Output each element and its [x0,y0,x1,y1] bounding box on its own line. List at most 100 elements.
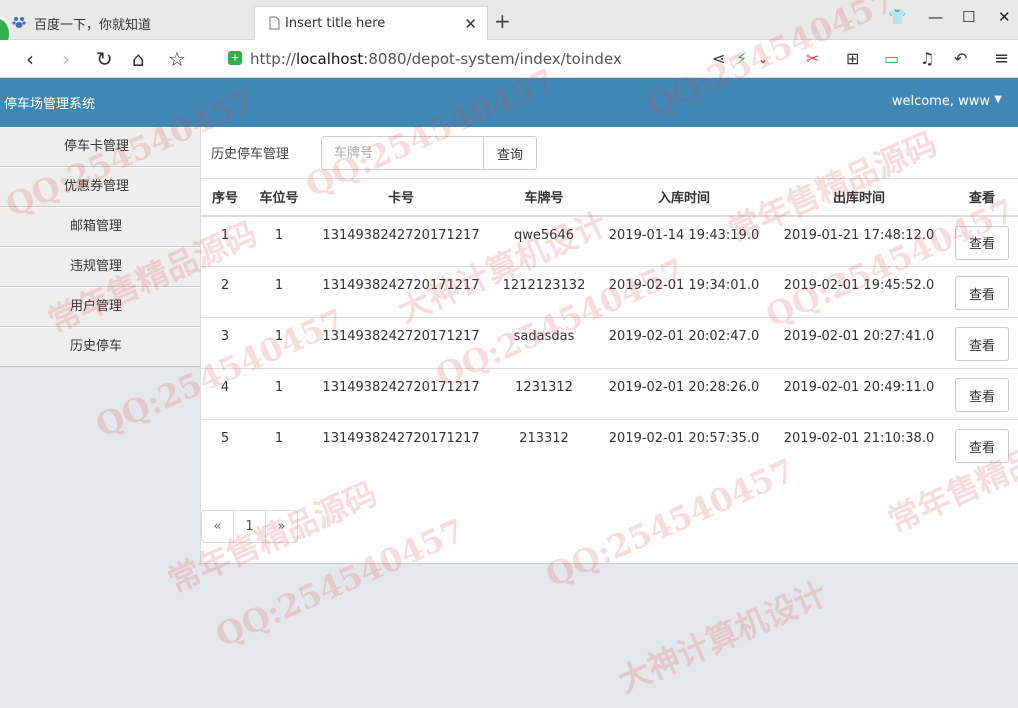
close-tab-icon[interactable]: ✕ [464,15,477,33]
cell-in-time: 2019-02-01 20:28:26.0 [595,368,773,420]
home-icon[interactable]: ⌂ [132,47,145,71]
cell-out-time: 2019-02-01 21:10:38.0 [783,431,935,446]
new-tab-icon[interactable]: + [494,9,511,33]
view-button[interactable]: 查看 [955,429,1009,463]
cell-action: 查看 [945,420,1018,471]
cell-plate: qwe5646 [493,215,595,267]
pagination-next[interactable]: » [265,510,298,543]
battery-icon[interactable]: ▭ [884,47,899,71]
cell-plate: 1231312 [493,368,595,420]
user-menu[interactable]: welcome, www [892,94,990,109]
lightning-icon[interactable]: ⚡ [736,47,747,71]
browser-tab-baidu[interactable]: 百度一下，你就知道 [0,6,250,40]
cell-action: 查看 [945,368,1018,420]
page-icon [269,16,280,30]
bookmark-star-icon[interactable]: ☆ [168,47,186,71]
tab-title: 百度一下，你就知道 [34,17,152,33]
scissors-icon[interactable]: ✂ [806,47,819,71]
cell-slot: 1 [249,266,309,318]
menu-icon[interactable]: ≡ [994,47,1009,71]
browser-tab-bar: 百度一下，你就知道 Insert title here ✕ + 👕 — ☐ ✕ [0,0,1018,52]
sidebar-item-users[interactable]: 用户管理 [0,287,200,327]
watermark-text: 大神计算机设计 [612,574,833,701]
view-button[interactable]: 查看 [955,327,1009,361]
sidebar-item-parking-card[interactable]: 停车卡管理 [0,127,200,167]
cell-no: 2 [201,266,249,318]
plate-search-input[interactable] [321,136,484,170]
app-title: 停车场管理系统 [4,97,96,112]
browser-toolbar: ‹ › ↻ ⌂ ☆ + http://localhost:8080/depot-… [0,40,1018,78]
sidebar-item-history[interactable]: 历史停车 [0,327,200,367]
column-header: 入库时间 [595,178,773,217]
cell-no: 1 [201,215,249,267]
cell-card: 1314938242720171217 [309,368,493,420]
table-header-row: 序号 车位号 卡号 车牌号 入库时间 出库时间 查看 [201,178,1018,217]
pagination-prev[interactable]: « [201,510,234,543]
minimize-icon[interactable]: — [928,8,943,26]
table-row: 2 1 1314938242720171217 1212123132 2019-… [201,266,1018,318]
headphones-icon[interactable]: ♫ [920,47,934,71]
back-icon[interactable]: ‹ [26,47,34,71]
column-header: 卡号 [309,178,493,217]
secure-icon: + [228,51,242,65]
close-window-icon[interactable]: ✕ [998,8,1011,26]
history-table: 序号 车位号 卡号 车牌号 入库时间 出库时间 查看 1 1 131493824… [201,178,1018,471]
forward-icon[interactable]: › [62,47,70,71]
sidebar-item-violation[interactable]: 违规管理 [0,247,200,287]
url-host: localhost [295,50,364,68]
cell-card: 1314938242720171217 [309,317,493,369]
cell-card: 1314938242720171217 [309,266,493,318]
address-bar[interactable]: + http://localhost:8080/depot-system/ind… [228,48,622,70]
share-icon[interactable]: ⋖ [712,47,725,71]
column-header: 车牌号 [493,178,595,217]
cell-slot: 1 [274,431,284,446]
browser-tab-active[interactable]: Insert title here ✕ [254,6,488,40]
pagination-page[interactable]: 1 [233,510,266,543]
reload-icon[interactable]: ↻ [96,47,113,71]
cell-plate: 1212123132 [493,266,595,318]
url-path: :8080/depot-system/index/toindex [363,50,622,68]
cell-action: 查看 [945,266,1018,318]
sidebar-item-coupon[interactable]: 优惠券管理 [0,167,200,207]
cell-out-time: 2019-02-01 20:27:41.0 [773,317,945,369]
cell-out-time: 2019-02-01 19:45:52.0 [773,266,945,318]
chevron-down-icon[interactable]: ⌄ [758,47,768,71]
main-panel: 历史停车管理 查询 序号 车位号 卡号 车牌号 入库时间 出库时间 查看 1 1… [200,127,1018,564]
cell-slot: 1 [249,215,309,267]
cell-in-time: 2019-01-14 19:43:19.0 [595,215,773,267]
undo-icon[interactable]: ↶ [954,47,967,71]
sidebar-item-mailbox[interactable]: 邮箱管理 [0,207,200,247]
app-header: 停车场管理系统 welcome, www ▼ [0,78,1018,127]
column-header: 查看 [945,178,1018,217]
pagination: « 1 » [201,510,298,543]
cell-action: 查看 [945,215,1018,267]
maximize-icon[interactable]: ☐ [962,8,975,26]
view-button[interactable]: 查看 [955,378,1009,412]
cell-in-time: 2019-02-01 20:57:35.0 [608,431,760,446]
sidebar: 停车卡管理 优惠券管理 邮箱管理 违规管理 用户管理 历史停车 [0,127,200,367]
cell-no: 3 [201,317,249,369]
apps-grid-icon[interactable]: ⊞ [846,47,859,71]
section-label: 历史停车管理 [211,147,290,162]
tab-title: Insert title here [285,16,386,31]
cell-out-time: 2019-02-01 20:49:11.0 [773,368,945,420]
cell-slot: 1 [249,317,309,369]
cell-plate: sadasdas [493,317,595,369]
table-row: 4 1 1314938242720171217 1231312 2019-02-… [201,368,1018,420]
cell-action: 查看 [945,317,1018,369]
view-button[interactable]: 查看 [955,276,1009,310]
table-row: 1 1 1314938242720171217 qwe5646 2019-01-… [201,215,1018,267]
table-row: 3 1 1314938242720171217 sadasdas 2019-02… [201,317,1018,369]
column-header: 序号 [201,178,249,217]
baidu-paw-icon [12,17,26,28]
search-button[interactable]: 查询 [483,136,537,170]
cell-in-time: 2019-02-01 19:34:01.0 [595,266,773,318]
view-button[interactable]: 查看 [955,225,1009,260]
column-header: 出库时间 [773,178,945,217]
caret-down-icon[interactable]: ▼ [994,94,1002,105]
cell-in-time: 2019-02-01 20:02:47.0 [595,317,773,369]
cell-card: 1314938242720171217 [322,431,480,446]
cell-no: 4 [201,368,249,420]
cell-out-time: 2019-01-21 17:48:12.0 [773,215,945,267]
shirt-icon[interactable]: 👕 [888,8,907,26]
